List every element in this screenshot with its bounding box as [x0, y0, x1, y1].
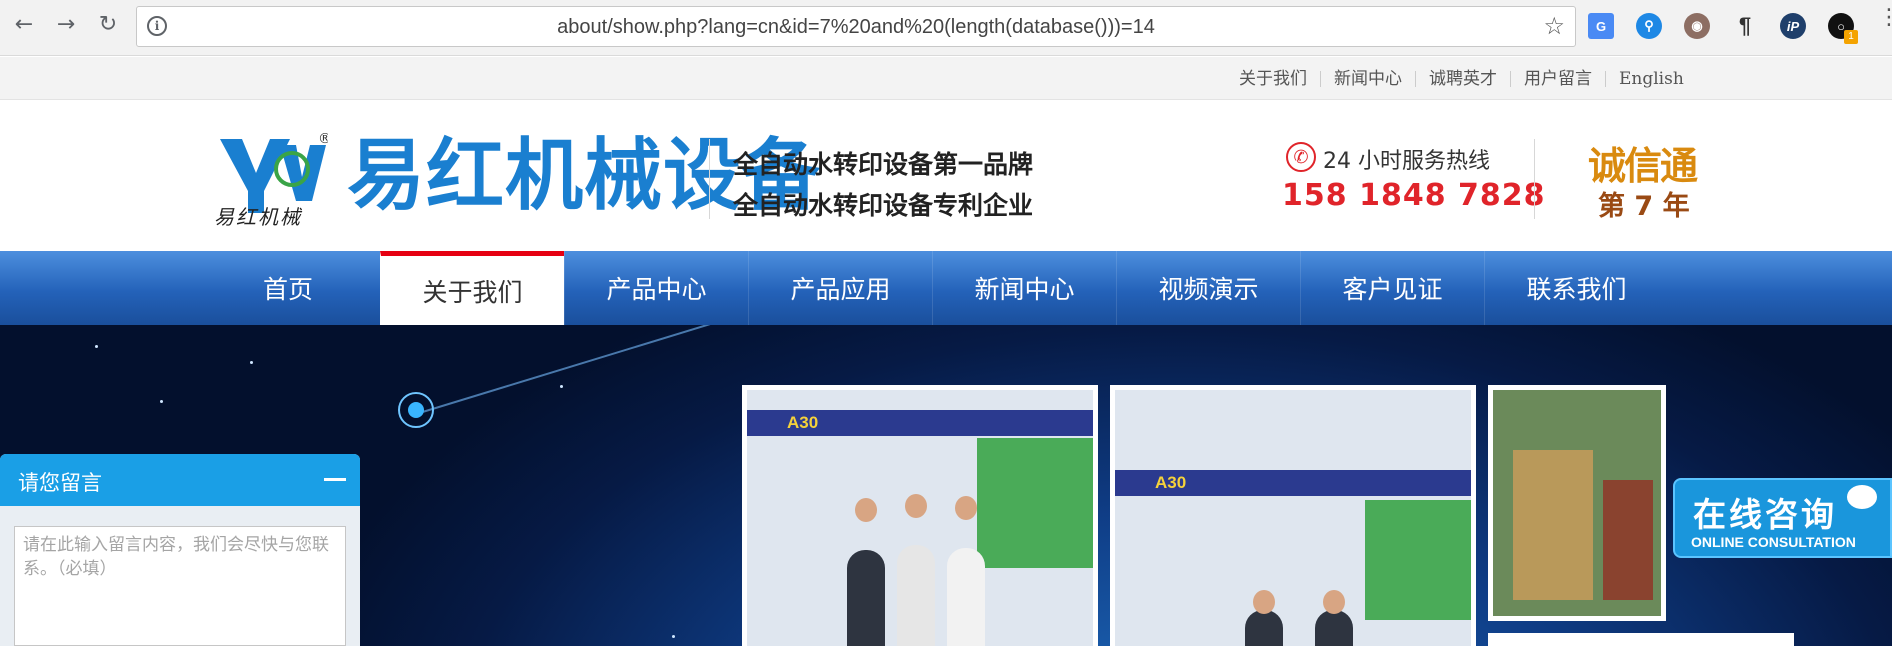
browser-menu-icon[interactable]: ⋮	[1878, 7, 1892, 29]
extension-badge: 1	[1844, 30, 1858, 44]
toplink-about[interactable]: 关于我们	[1226, 70, 1321, 87]
svg-text:®: ®	[318, 131, 328, 147]
ip-icon[interactable]: iP	[1780, 13, 1806, 39]
google-translate-icon[interactable]: G	[1588, 13, 1614, 39]
header-divider-2	[1534, 139, 1535, 219]
browser-toolbar: ← → ↻ i about/show.php?lang=cn&id=7%20an…	[0, 0, 1892, 56]
message-input[interactable]	[14, 526, 346, 646]
online-subtitle: ONLINE CONSULTATION	[1691, 534, 1856, 550]
owl-icon[interactable]: ◉	[1684, 13, 1710, 39]
person-figure	[1315, 610, 1353, 646]
hotline-number: 158 1848 7828	[1282, 178, 1546, 213]
reload-icon[interactable]: ↻	[94, 10, 122, 38]
nav-item-contact[interactable]: 联系我们	[1484, 251, 1668, 325]
hotline-label: 24 小时服务热线	[1323, 149, 1490, 174]
person-head	[1323, 590, 1345, 614]
person-head	[855, 498, 877, 522]
glow-node-icon	[398, 392, 434, 428]
star-dot	[95, 345, 98, 348]
toplink-guestbook[interactable]: 用户留言	[1511, 70, 1606, 87]
nav-item-news[interactable]: 新闻中心	[932, 251, 1116, 325]
person-figure	[897, 545, 935, 646]
person-figure	[847, 550, 885, 646]
booth-label: A30	[787, 413, 819, 432]
product-photo[interactable]	[1488, 385, 1666, 621]
nav-item-products[interactable]: 产品中心	[564, 251, 748, 325]
person-head	[905, 494, 927, 518]
star-dot	[672, 635, 675, 638]
pilcrow-icon[interactable]: ¶	[1732, 13, 1758, 39]
booth-label: A30	[1155, 473, 1187, 492]
url-text[interactable]: about/show.php?lang=cn&id=7%20and%20(len…	[137, 16, 1575, 39]
photo-thumb-partial[interactable]	[1488, 633, 1794, 646]
chat-bubble-icon	[1844, 482, 1880, 512]
person-figure	[947, 548, 985, 646]
person-head	[955, 496, 977, 520]
star-dot	[250, 361, 253, 364]
toplink-careers[interactable]: 诚聘英才	[1416, 70, 1511, 87]
top-links-bar: 关于我们 新闻中心 诚聘英才 用户留言 English	[0, 57, 1892, 100]
star-dot	[560, 385, 563, 388]
chengxintong-years: 第 7 年	[1598, 191, 1690, 222]
main-nav: 首页 关于我们 产品中心 产品应用 新闻中心 视频演示 客户见证 联系我们	[0, 251, 1892, 325]
toplink-news[interactable]: 新闻中心	[1321, 70, 1416, 87]
product-display	[1513, 450, 1593, 600]
nav-item-testimonials[interactable]: 客户见证	[1300, 251, 1484, 325]
message-title: 请您留言	[18, 471, 102, 495]
star-dot	[160, 400, 163, 403]
booth-board	[977, 438, 1093, 568]
back-arrow-icon[interactable]: ←	[10, 10, 38, 38]
booth-header: A30	[1115, 470, 1471, 496]
nav-item-videos[interactable]: 视频演示	[1116, 251, 1300, 325]
person-head	[1253, 590, 1275, 614]
slogan-2: 全自动水转印设备专利企业	[733, 191, 1034, 220]
product-display	[1603, 480, 1653, 600]
nav-item-home[interactable]: 首页	[196, 251, 380, 325]
minimize-icon[interactable]	[324, 478, 346, 481]
message-widget: 请您留言	[0, 454, 360, 646]
exhibition-photo-1[interactable]: A30	[742, 385, 1098, 646]
nav-item-about[interactable]: 关于我们	[380, 251, 564, 325]
chengxintong-badge: 诚信通	[1588, 143, 1698, 188]
exhibition-photo-2[interactable]: A30	[1110, 385, 1476, 646]
message-header[interactable]: 请您留言	[0, 454, 360, 506]
phone-icon: ✆	[1286, 142, 1316, 172]
site-header: ® 易红机械 易红机械设备 全自动水转印设备第一品牌 全自动水转印设备专利企业 …	[0, 101, 1892, 251]
forward-arrow-icon[interactable]: →	[52, 10, 80, 38]
online-title: 在线咨询	[1693, 495, 1837, 534]
logo-subtitle: 易红机械	[214, 205, 302, 229]
online-consultation-button[interactable]: 在线咨询 ONLINE CONSULTATION	[1673, 478, 1892, 558]
address-bar[interactable]: i about/show.php?lang=cn&id=7%20and%20(l…	[136, 6, 1576, 47]
person-figure	[1245, 610, 1283, 646]
bookmark-star-icon[interactable]: ☆	[1543, 12, 1565, 40]
key-icon[interactable]: ⚲	[1636, 13, 1662, 39]
toplink-english[interactable]: English	[1606, 70, 1697, 87]
booth-board	[1365, 500, 1471, 620]
nav-item-applications[interactable]: 产品应用	[748, 251, 932, 325]
header-divider	[709, 139, 710, 219]
booth-header: A30	[747, 410, 1093, 436]
slogan-1: 全自动水转印设备第一品牌	[733, 150, 1034, 179]
